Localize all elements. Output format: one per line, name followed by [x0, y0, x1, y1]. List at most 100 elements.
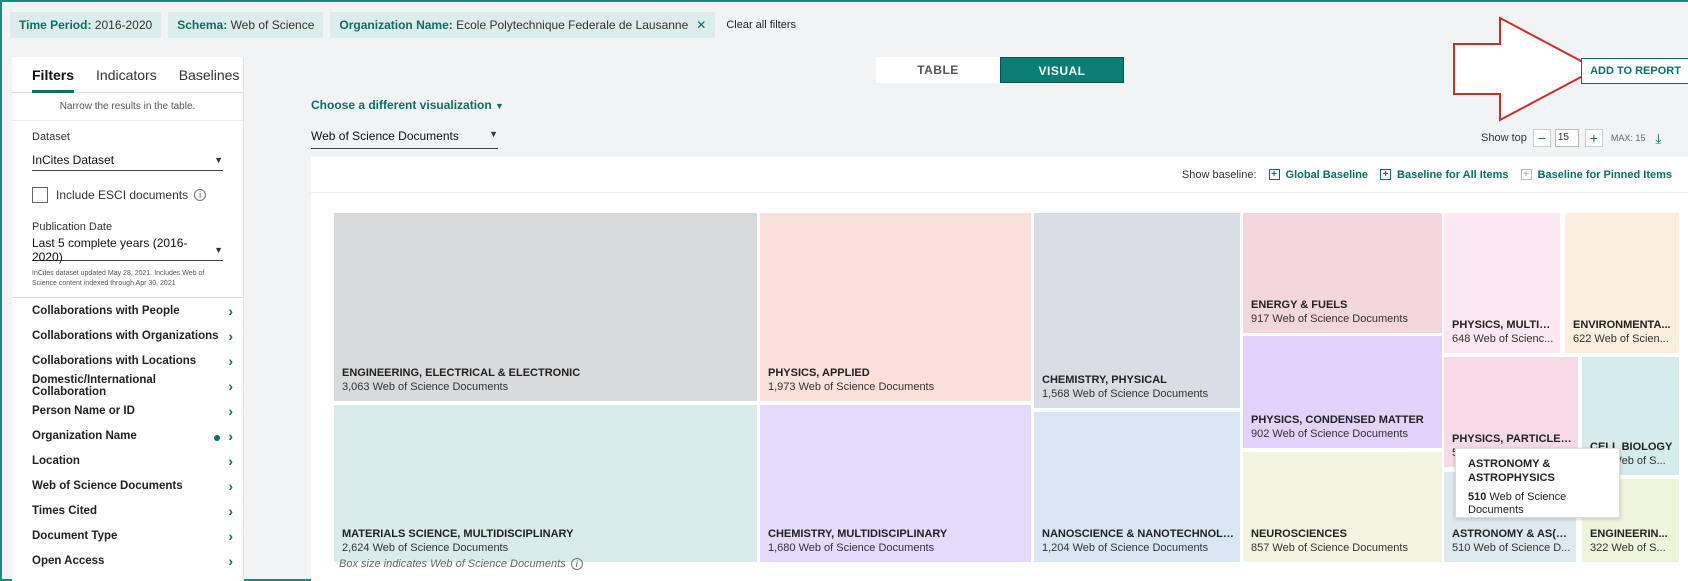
facet-right: ›	[228, 453, 233, 469]
facet-right: ›	[228, 528, 233, 544]
pubdate-select[interactable]: Last 5 complete years (2016-2020) ▼	[32, 235, 223, 264]
dataset-note: InCites dataset updated May 28, 2021. In…	[32, 270, 205, 287]
facet-item[interactable]: Collaborations with Organizations ›	[12, 323, 243, 348]
caret-down-icon: ▼	[214, 244, 223, 255]
facet-item[interactable]: Document Type ›	[12, 523, 243, 548]
all-items-baseline-toggle[interactable]: + Baseline for All Items	[1380, 169, 1509, 181]
treemap-tile[interactable]: NEUROSCIENCES 857 Web of Science Document…	[1243, 452, 1442, 562]
tab-filters[interactable]: Filters	[32, 57, 75, 93]
tab-indicators[interactable]: Indicators	[96, 57, 157, 92]
chevron-right-icon: ›	[228, 427, 233, 444]
table-view-button[interactable]: TABLE	[876, 57, 1000, 83]
esci-checkbox-row[interactable]: Include ESCI documents i	[12, 187, 243, 203]
esci-label: Include ESCI documents	[56, 188, 189, 202]
tile-name: CHEMISTRY, MULTIDISCIPLINARY	[768, 528, 948, 540]
facet-item[interactable]: Open Access ›	[12, 548, 243, 573]
facet-item[interactable]: Collaborations with Locations ›	[12, 348, 243, 373]
tab-baselines[interactable]: Baselines	[179, 57, 240, 92]
treemap-tile[interactable]: CHEMISTRY, MULTIDISCIPLINARY 1,680 Web of…	[760, 405, 1031, 562]
facet-right: ›	[214, 428, 233, 444]
dataset-label: Dataset	[32, 131, 70, 143]
facet-item[interactable]: Times Cited ›	[12, 498, 243, 523]
filter-value: Ecole Polytechnique Federale de Lausanne	[452, 18, 689, 32]
chevron-right-icon: ›	[228, 327, 233, 344]
tile-count: 1,973 Web of Science Documents	[768, 381, 935, 393]
choose-visualization-link[interactable]: Choose a different visualization ▼	[311, 98, 504, 112]
metric-select[interactable]: Web of Science Documents ▼	[311, 129, 498, 149]
treemap-tile[interactable]: NANOSCIENCE & NANOTECHNOLOGY 1,204 Web of…	[1034, 412, 1240, 562]
increment-button[interactable]: +	[1584, 129, 1603, 147]
facet-label: Collaborations with Organizations	[32, 329, 219, 342]
facet-label: Person Name or ID	[32, 404, 135, 417]
facet-item[interactable]: Web of Science Documents ›	[12, 473, 243, 498]
facet-item[interactable]: Person Name or ID ›	[12, 398, 243, 423]
baseline-label: Show baseline:	[1181, 168, 1257, 181]
baseline-option-label: Baseline for Pinned Items	[1537, 168, 1672, 181]
chevron-right-icon: ›	[228, 352, 233, 369]
esci-checkbox[interactable]	[32, 187, 48, 203]
treemap-tile[interactable]: PHYSICS, APPLIED 1,973 Web of Science Doc…	[760, 213, 1031, 401]
tile-count: 1,568 Web of Science Documents	[1042, 388, 1209, 400]
tile-count: 917 Web of Science Documents	[1251, 313, 1408, 325]
info-icon[interactable]: i	[570, 558, 583, 570]
download-icon[interactable]: ⤓	[1655, 130, 1661, 147]
filter-chip-time-period[interactable]: Time Period: 2016-2020	[10, 12, 162, 38]
facet-label: Document Type	[32, 529, 118, 542]
facet-item[interactable]: Domestic/International Collaboration ›	[12, 373, 243, 398]
facet-label: Collaborations with Locations	[32, 354, 197, 367]
box-note-text: Box size indicates Web of Science Docume…	[339, 558, 566, 570]
filter-value: 2016-2020	[91, 18, 153, 32]
narrow-hint: Narrow the results in the table.	[12, 93, 243, 121]
global-baseline-toggle[interactable]: + Global Baseline	[1268, 169, 1368, 181]
treemap-tile[interactable]: PHYSICS, MULTID... 648 Web of Scienc...	[1444, 213, 1560, 353]
visual-view-button[interactable]: VISUAL	[1000, 57, 1124, 83]
facet-right: ›	[228, 553, 233, 569]
facet-right: ›	[228, 403, 233, 419]
facet-label: Collaborations with People	[32, 304, 180, 317]
treemap-tile[interactable]: MATERIALS SCIENCE, MULTIDISCIPLINARY 2,62…	[334, 405, 757, 562]
facet-item[interactable]: Organization Name ›	[12, 423, 243, 448]
tile-name: PHYSICS, PARTICLES...	[1452, 433, 1574, 445]
treemap-tile[interactable]: ENVIRONMENTA... 622 Web of Scien...	[1565, 213, 1679, 353]
clear-all-filters-link[interactable]: Clear all filters	[726, 19, 796, 31]
filter-key: Schema:	[177, 18, 228, 32]
chevron-right-icon: ›	[228, 452, 233, 469]
tile-name: NEUROSCIENCES	[1251, 528, 1347, 540]
treemap-tile[interactable]: ENGINEERING, ELECTRICAL & ELECTRONIC 3,06…	[334, 213, 757, 401]
facet-label: Location	[32, 454, 80, 467]
filter-key: Time Period:	[19, 18, 92, 32]
facet-item[interactable]: Location ›	[12, 448, 243, 473]
tile-count: 322 Web of S...	[1590, 542, 1666, 554]
arrow-annotation-icon	[1453, 16, 1598, 122]
show-top-input[interactable]: 15	[1554, 129, 1579, 147]
tile-name: NANOSCIENCE & NANOTECHNOLOGY	[1042, 528, 1236, 540]
dataset-select[interactable]: InCites Dataset ▼	[32, 149, 223, 171]
filter-chip-organization[interactable]: Organization Name: Ecole Polytechnique F…	[330, 12, 716, 38]
add-to-report-button[interactable]: ADD TO REPORT	[1581, 58, 1688, 84]
max-label: MAX: 15	[1610, 133, 1646, 143]
tile-name: PHYSICS, APPLIED	[768, 367, 870, 379]
tile-name: MATERIALS SCIENCE, MULTIDISCIPLINARY	[342, 528, 574, 540]
pubdate-value: Last 5 complete years (2016-2020)	[32, 235, 188, 264]
tooltip-count: 510 Web of Science Documents	[1468, 491, 1607, 517]
facet-item[interactable]: Collaborations with People ›	[12, 298, 243, 323]
pinned-items-baseline-toggle[interactable]: + Baseline for Pinned Items	[1520, 168, 1672, 181]
treemap-tile[interactable]: PHYSICS, CONDENSED MATTER 902 Web of Scie…	[1243, 336, 1442, 448]
tile-name: ENVIRONMENTA...	[1573, 319, 1671, 331]
treemap-tile[interactable]: ENERGY & FUELS 917 Web of Science Documen…	[1243, 213, 1442, 333]
pubdate-label: Publication Date	[32, 221, 113, 233]
close-icon[interactable]: ✕	[696, 18, 706, 32]
tile-count: 2,624 Web of Science Documents	[342, 542, 509, 554]
treemap-tile[interactable]: CHEMISTRY, PHYSICAL 1,568 Web of Science …	[1034, 213, 1240, 408]
active-filters-bar: Time Period: 2016-2020 Schema: Web of Sc…	[10, 12, 796, 38]
tooltip-count-number: 510	[1468, 491, 1487, 503]
show-top-control: Show top − 15 + MAX: 15 ⤓	[1481, 129, 1662, 147]
info-icon[interactable]: i	[194, 189, 207, 201]
facet-right: ›	[228, 328, 233, 344]
metric-value: Web of Science Documents	[311, 129, 459, 143]
app-frame: Time Period: 2016-2020 Schema: Web of Sc…	[0, 0, 1688, 581]
decrement-button[interactable]: −	[1532, 129, 1551, 147]
show-top-label: Show top	[1481, 132, 1527, 144]
filter-chip-schema[interactable]: Schema: Web of Science	[168, 12, 324, 38]
caret-down-icon: ▼	[495, 101, 504, 111]
